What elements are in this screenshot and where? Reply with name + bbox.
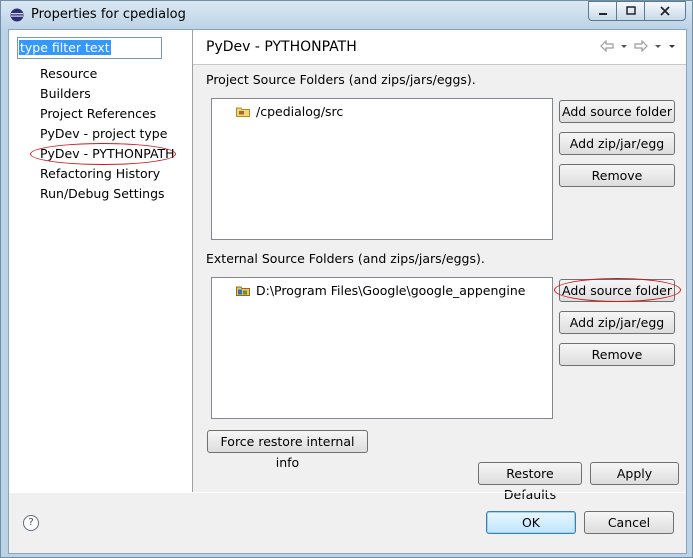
window-title: Properties for cpedialog [31,7,186,22]
source-folder-icon [236,107,250,117]
external-remove-button[interactable]: Remove [559,343,675,366]
view-menu-icon[interactable] [668,40,676,52]
forward-dropdown-icon[interactable] [654,40,662,52]
back-arrow-icon[interactable] [600,40,614,52]
property-page-tree: type filter text Resource Builders Proje… [9,30,193,492]
property-page: PyDev - PYTHONPATH Project Source Folder… [193,30,686,502]
sidebar-item-run-debug-settings[interactable]: Run/Debug Settings [40,185,165,203]
properties-dialog: Properties for cpedialog type filter tex… [0,0,693,558]
page-title: PyDev - PYTHONPATH [206,39,357,55]
list-item[interactable]: D:\Program Files\Google\google_appengine [236,282,525,300]
apply-button[interactable]: Apply [590,462,679,485]
ok-button[interactable]: OK [486,511,576,534]
restore-defaults-button[interactable]: Restore Defaults [478,462,582,502]
folder-path: /cpedialog/src [256,104,344,119]
project-source-folders-label: Project Source Folders (and zips/jars/eg… [206,72,476,87]
eclipse-icon [10,8,24,22]
external-source-folders-label: External Source Folders (and zips/jars/e… [206,251,485,266]
dialog-button-bar: ? OK Cancel [9,492,686,554]
sidebar-item-pydev-project-type[interactable]: PyDev - project type [40,125,167,143]
highlight-oval [554,278,681,302]
filter-text: type filter text [19,40,111,55]
maximize-icon [625,6,636,15]
external-add-zip-jar-egg-button[interactable]: Add zip/jar/egg [559,311,675,334]
library-folder-icon [236,286,250,296]
list-item[interactable]: /cpedialog/src [236,103,343,121]
minimize-button[interactable] [588,1,617,21]
help-icon[interactable]: ? [23,515,39,531]
sidebar-item-refactoring-history[interactable]: Refactoring History [40,165,160,183]
history-nav [600,40,676,52]
project-remove-button[interactable]: Remove [559,164,675,187]
minimize-icon [598,13,607,15]
folder-path: D:\Program Files\Google\google_appengine [256,283,526,298]
forward-arrow-icon[interactable] [634,40,648,52]
sidebar-item-resource[interactable]: Resource [40,65,97,83]
sidebar-item-project-references[interactable]: Project References [40,105,156,123]
close-icon [660,6,670,16]
sidebar-item-builders[interactable]: Builders [40,85,91,103]
title-bar[interactable]: Properties for cpedialog [1,1,692,29]
caption-buttons [588,1,686,21]
external-source-folders-list[interactable]: D:\Program Files\Google\google_appengine [211,277,553,419]
cancel-button[interactable]: Cancel [584,511,674,534]
close-button[interactable] [644,1,686,21]
project-add-source-folder-button[interactable]: Add source folder [559,100,675,123]
back-dropdown-icon[interactable] [620,40,628,52]
project-source-folders-list[interactable]: /cpedialog/src [211,98,553,240]
page-header: PyDev - PYTHONPATH [193,30,686,65]
filter-input[interactable]: type filter text [17,37,162,59]
highlight-oval [30,143,176,165]
force-restore-button[interactable]: Force restore internal info [207,430,368,470]
dialog-client-area: type filter text Resource Builders Proje… [8,29,687,554]
project-add-zip-jar-egg-button[interactable]: Add zip/jar/egg [559,132,675,155]
maximize-button[interactable] [616,1,645,21]
